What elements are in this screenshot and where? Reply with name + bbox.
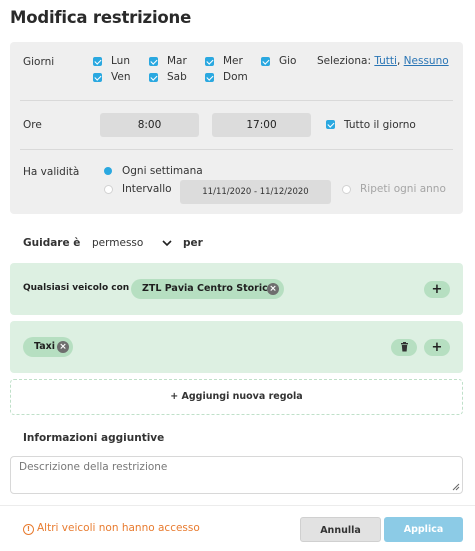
divider xyxy=(0,505,475,506)
checkbox-dom[interactable] xyxy=(205,73,214,82)
interval-radio-label: Intervallo xyxy=(122,183,172,195)
add-rule-button[interactable]: + Aggiungi nuova regola xyxy=(10,379,463,415)
weekly-radio[interactable] xyxy=(104,167,112,175)
all-day-label: Tutto il giorno xyxy=(344,119,416,131)
zone-chip-label: ZTL Pavia Centro Storico xyxy=(142,283,275,294)
checkbox-label-mer: Mer xyxy=(223,55,243,67)
select-label: Seleziona: xyxy=(317,55,371,67)
checkbox-label-lun: Lun xyxy=(111,55,130,67)
select-none-link[interactable]: Nessuno xyxy=(404,55,449,67)
warning-icon: ! xyxy=(23,524,34,535)
access-warning: Altri veicoli non hanno accesso xyxy=(37,522,200,534)
checkbox-mer[interactable] xyxy=(205,57,214,66)
page-title: Modifica restrizione xyxy=(10,8,192,27)
divider xyxy=(20,100,453,101)
remove-chip-icon[interactable]: × xyxy=(57,341,69,353)
checkbox-gio[interactable] xyxy=(261,57,270,66)
checkbox-sab[interactable] xyxy=(149,73,158,82)
select-days: Seleziona: Tutti, Nessuno xyxy=(317,55,449,67)
add-condition-button[interactable]: + xyxy=(424,339,450,356)
resize-grip-icon[interactable] xyxy=(452,483,460,491)
end-time-input[interactable]: 17:00 xyxy=(212,113,311,137)
apply-button[interactable]: Applica xyxy=(384,517,463,542)
validity-label: Ha validità xyxy=(23,166,80,178)
remove-chip-icon[interactable]: × xyxy=(267,283,279,295)
rule-prefix: Qualsiasi veicolo con xyxy=(23,283,130,293)
checkbox-label-ven: Ven xyxy=(111,71,131,83)
delete-rule-button[interactable] xyxy=(391,339,417,356)
description-textarea[interactable]: Descrizione della restrizione xyxy=(10,456,463,494)
checkbox-label-dom: Dom xyxy=(223,71,248,83)
chevron-down-icon xyxy=(162,240,172,247)
cancel-button[interactable]: Annulla xyxy=(300,517,381,542)
start-time-input[interactable]: 8:00 xyxy=(100,113,199,137)
driving-label: Guidare è xyxy=(23,237,81,249)
interval-date-range-input[interactable]: 11/11/2020 - 11/12/2020 xyxy=(180,180,331,204)
checkbox-ven[interactable] xyxy=(93,73,102,82)
interval-radio[interactable] xyxy=(104,185,113,194)
driving-mode-value: permesso xyxy=(92,237,144,249)
checkbox-label-gio: Gio xyxy=(279,55,297,67)
days-label: Giorni xyxy=(23,56,55,68)
trash-icon xyxy=(400,342,408,352)
divider xyxy=(20,149,453,150)
rule-row: Qualsiasi veicolo con ZTL Pavia Centro S… xyxy=(10,263,463,315)
checkbox-mar[interactable] xyxy=(149,57,158,66)
vehicle-chip: Taxi × xyxy=(23,337,73,357)
repeat-yearly-radio[interactable] xyxy=(342,185,351,194)
description-placeholder: Descrizione della restrizione xyxy=(19,461,168,473)
extra-info-label: Informazioni aggiuntive xyxy=(23,432,165,444)
checkbox-label-mar: Mar xyxy=(167,55,187,67)
vehicle-chip-label: Taxi xyxy=(34,341,56,352)
driving-mode-select[interactable]: permesso xyxy=(92,237,174,251)
all-day-checkbox[interactable] xyxy=(326,120,335,129)
hours-label: Ore xyxy=(23,119,42,131)
checkbox-label-sab: Sab xyxy=(167,71,187,83)
zone-chip: ZTL Pavia Centro Storico × xyxy=(131,279,284,299)
repeat-yearly-label: Ripeti ogni anno xyxy=(360,183,446,195)
rule-row: Taxi × + xyxy=(10,321,463,373)
driving-suffix: per xyxy=(183,237,203,249)
weekly-radio-label: Ogni settimana xyxy=(122,165,203,177)
add-condition-button[interactable]: + xyxy=(424,281,450,298)
checkbox-lun[interactable] xyxy=(93,57,102,66)
select-all-link[interactable]: Tutti xyxy=(374,55,397,67)
